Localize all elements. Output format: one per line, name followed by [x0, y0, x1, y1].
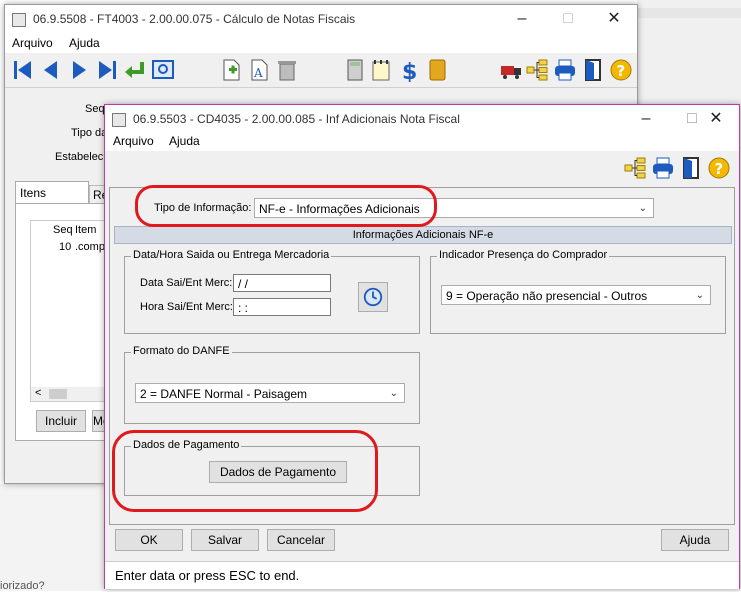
tab-itens[interactable]: Itens [15, 181, 89, 204]
svg-text:?: ? [715, 160, 724, 178]
ajuda-button[interactable]: Ajuda [661, 529, 729, 551]
status-text: Enter data or press ESC to end. [115, 568, 300, 583]
indicador-presenca-title: Indicador Presença do Comprador [437, 249, 610, 261]
background-text: iorizado? [0, 580, 45, 592]
data-sai-ent-label: Data Sai/Ent Merc: [140, 277, 233, 289]
estabelecimento-label: Estabelecir [55, 151, 110, 163]
svg-text:$: $ [402, 60, 417, 82]
toolbar: A $ ? [5, 53, 637, 88]
printer-icon[interactable] [553, 58, 577, 82]
trash-icon[interactable] [275, 58, 299, 82]
formato-danfe-select[interactable]: 2 = DANFE Normal - Paisagem ⌄ [135, 383, 405, 403]
dialog-title: 06.9.5503 - CD4035 - 2.00.00.085 - Inf A… [133, 112, 460, 126]
menu-bar: Arquivo Ajuda [5, 33, 637, 53]
dialog-title-bar: 06.9.5503 - CD4035 - 2.00.00.085 - Inf A… [105, 105, 739, 133]
first-record-icon[interactable] [11, 58, 35, 82]
dialog-exit-door-icon[interactable] [679, 156, 703, 180]
calculator-icon[interactable] [343, 58, 367, 82]
incluir-button[interactable]: Incluir [36, 410, 86, 432]
dialog-close-button[interactable]: ✕ [693, 105, 739, 133]
new-document-icon[interactable] [219, 58, 243, 82]
dialog-toolbar: ? [105, 151, 739, 185]
cancelar-button[interactable]: Cancelar [267, 529, 335, 551]
menu-ajuda[interactable]: Ajuda [69, 36, 100, 50]
tipo-informacao-highlight [135, 185, 437, 227]
salvar-button[interactable]: Salvar [191, 529, 259, 551]
window-title: 06.9.5508 - FT4003 - 2.00.00.075 - Cálcu… [33, 12, 356, 26]
clock-button[interactable] [358, 282, 388, 312]
ok-button[interactable]: OK [115, 529, 183, 551]
clock-icon [363, 287, 383, 307]
minimize-button[interactable]: – [499, 5, 545, 33]
grid-header-seq: Seq [53, 224, 73, 236]
edit-text-icon[interactable]: A [247, 58, 271, 82]
close-button[interactable]: ✕ [591, 5, 637, 33]
notepad-icon[interactable] [369, 58, 393, 82]
next-record-icon[interactable] [67, 58, 91, 82]
indicador-presenca-group: Indicador Presença do Comprador 9 = Oper… [430, 249, 726, 334]
grid-cell-seq[interactable]: 10 [59, 241, 71, 253]
app-icon [12, 13, 26, 27]
svg-text:?: ? [617, 62, 626, 80]
items-panel: Seq Item 10 .comp < Incluir Mo [15, 203, 110, 441]
hora-sai-ent-input[interactable]: : : [233, 298, 331, 316]
help-icon[interactable]: ? [609, 58, 633, 82]
exit-door-icon[interactable] [581, 58, 605, 82]
horizontal-scrollbar[interactable]: < [31, 387, 109, 401]
dialog-menu-arquivo[interactable]: Arquivo [113, 134, 154, 148]
data-sai-ent-input[interactable]: / / [233, 274, 331, 292]
dialog-help-icon[interactable]: ? [707, 156, 731, 180]
last-record-icon[interactable] [95, 58, 119, 82]
book-icon[interactable] [425, 58, 449, 82]
dialog-printer-icon[interactable] [651, 156, 675, 180]
items-grid: Seq Item 10 .comp < [30, 220, 110, 402]
indicador-presenca-select[interactable]: 9 = Operação não presencial - Outros ⌄ [441, 285, 711, 305]
maximize-button[interactable]: □ [545, 5, 591, 33]
grid-header-item: Item [75, 224, 97, 236]
formato-danfe-group: Formato do DANFE 2 = DANFE Normal - Pais… [124, 345, 420, 424]
dollar-icon[interactable]: $ [397, 58, 421, 82]
chevron-down-icon: ⌄ [389, 388, 398, 399]
inf-adicionais-dialog: 06.9.5503 - CD4035 - 2.00.00.085 - Inf A… [104, 104, 740, 589]
dialog-menu-bar: Arquivo Ajuda [105, 131, 739, 151]
dialog-menu-ajuda[interactable]: Ajuda [169, 134, 200, 148]
dados-pagamento-highlight [112, 430, 378, 512]
chevron-down-icon: ⌄ [695, 290, 704, 301]
previous-record-icon[interactable] [39, 58, 63, 82]
chevron-down-icon: ⌄ [638, 203, 647, 214]
hora-sai-ent-label: Hora Sai/Ent Merc: [140, 301, 233, 313]
title-bar: 06.9.5508 - FT4003 - 2.00.00.075 - Cálcu… [5, 5, 637, 33]
data-hora-group-title: Data/Hora Saida ou Entrega Mercadoria [131, 249, 332, 261]
tree-icon[interactable] [525, 58, 549, 82]
svg-text:A: A [253, 66, 263, 80]
status-bar: Enter data or press ESC to end. [105, 561, 739, 589]
truck-icon[interactable] [499, 58, 523, 82]
return-icon[interactable] [123, 58, 147, 82]
section-header: Informações Adicionais NF-e [114, 226, 732, 244]
dialog-app-icon [112, 113, 126, 127]
scroll-left-arrow[interactable]: < [35, 387, 41, 399]
dialog-tree-icon[interactable] [623, 156, 647, 180]
dialog-minimize-button[interactable]: – [623, 105, 669, 133]
formato-danfe-title: Formato do DANFE [131, 345, 232, 357]
zoom-search-icon[interactable] [151, 58, 175, 82]
menu-arquivo[interactable]: Arquivo [12, 36, 53, 50]
tipo-label: Tipo da [71, 127, 108, 139]
grid-cell-item[interactable]: .comp [75, 241, 105, 253]
